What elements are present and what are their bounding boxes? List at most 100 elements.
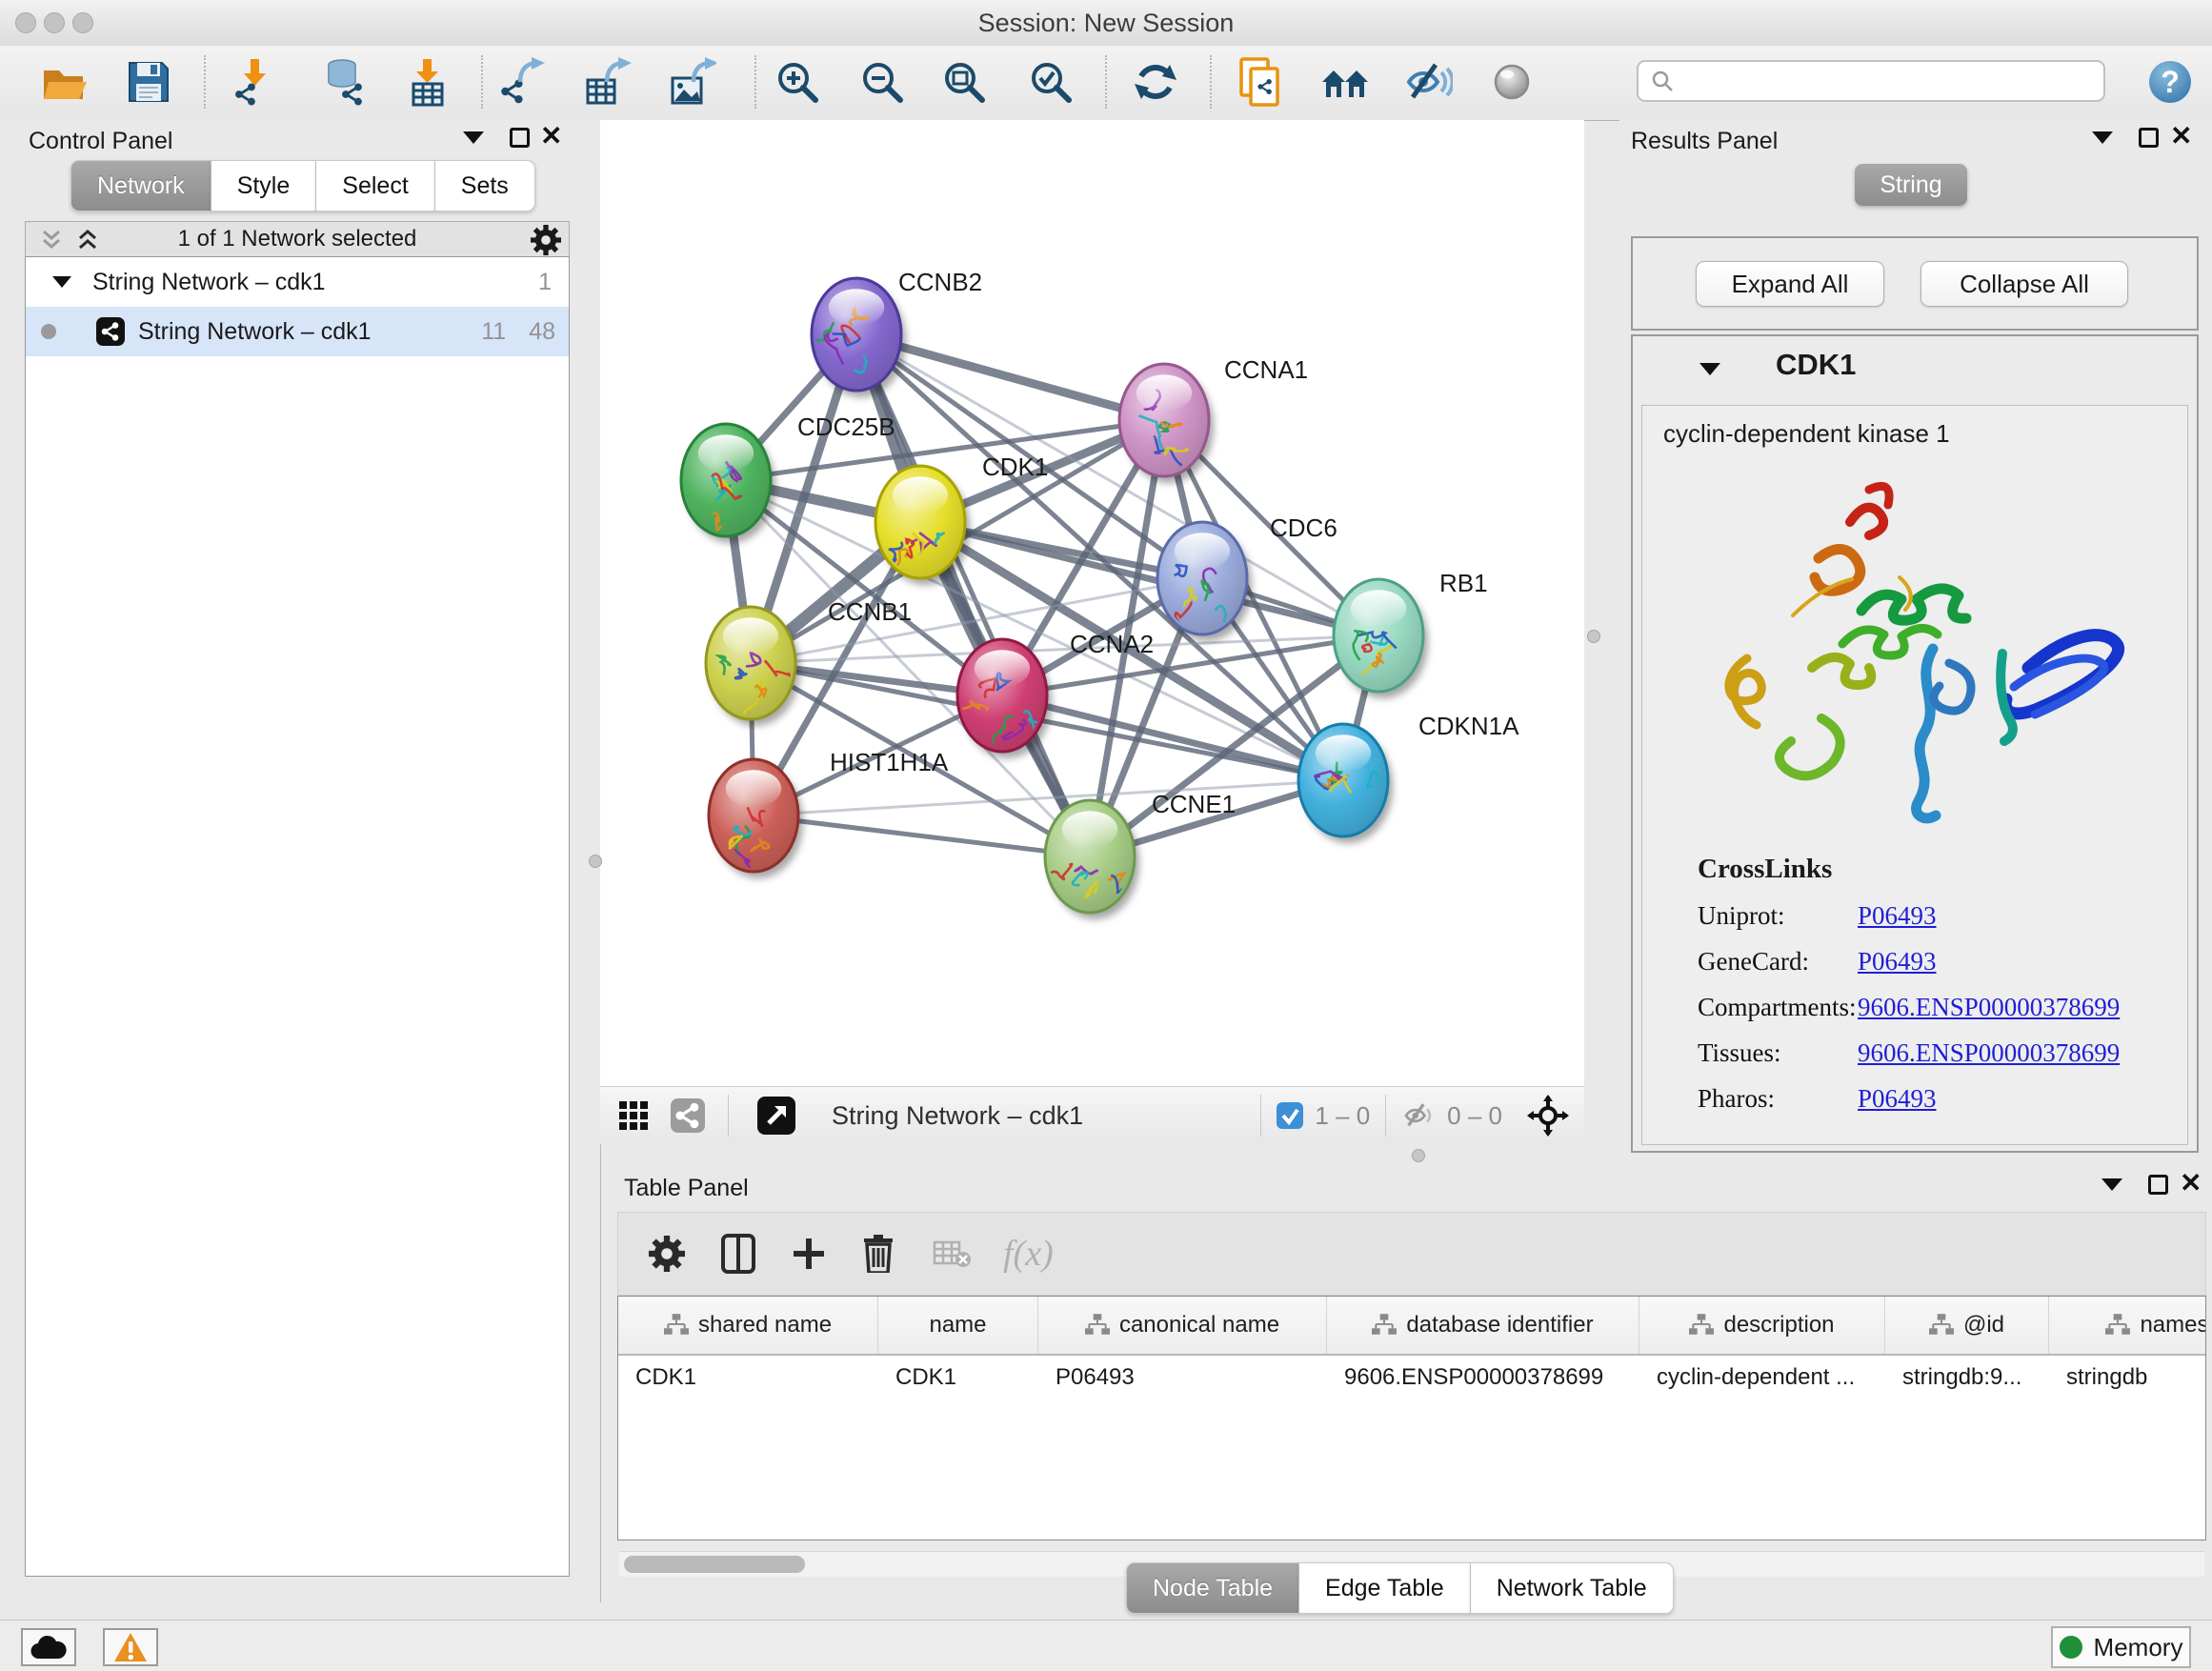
add-column-icon[interactable] <box>792 1237 826 1271</box>
search-field[interactable] <box>1637 60 2105 102</box>
zoom-in-icon[interactable] <box>773 57 822 107</box>
table-cell[interactable]: 9606.ENSP00000378699 <box>1327 1364 1639 1391</box>
table-cell[interactable]: CDK1 <box>618 1364 878 1391</box>
import-network-file-icon[interactable] <box>230 57 279 107</box>
tab-node-table[interactable]: Node Table <box>1126 1562 1299 1614</box>
tab-network-table[interactable]: Network Table <box>1471 1562 1674 1614</box>
column-label: description <box>1723 1312 1834 1339</box>
hide-selected-icon[interactable] <box>1403 57 1453 107</box>
tab-sets[interactable]: Sets <box>435 160 535 211</box>
export-image-icon[interactable] <box>667 57 716 107</box>
column-header-@id[interactable]: @id <box>1885 1297 2049 1354</box>
results-panel-menu-icon[interactable] <box>2092 131 2113 144</box>
tab-select[interactable]: Select <box>316 160 434 211</box>
node-CDC25B[interactable]: CDC25B <box>681 413 895 546</box>
memory-button[interactable]: Memory <box>2051 1626 2191 1668</box>
node-CDKN1A[interactable]: CDKN1A <box>1298 712 1519 836</box>
toolbar-separator <box>1105 55 1107 109</box>
crosslinks-heading: CrossLinks <box>1698 854 2155 885</box>
search-icon <box>1650 69 1675 93</box>
delete-column-icon[interactable] <box>862 1235 895 1273</box>
node-HIST1H1A[interactable]: HIST1H1A <box>709 748 949 879</box>
network-row[interactable]: String Network – cdk1 11 48 <box>26 307 569 356</box>
crosslink-link[interactable]: P06493 <box>1858 901 1937 931</box>
node-RB1[interactable]: RB1 <box>1334 569 1488 692</box>
table-options-gear-icon[interactable] <box>649 1236 685 1272</box>
home-icon[interactable] <box>1320 57 1370 107</box>
table-row[interactable]: CDK1CDK1P064939606.ENSP00000378699cyclin… <box>618 1356 2205 1399</box>
crosslink-link[interactable]: P06493 <box>1858 947 1937 976</box>
zoom-fit-icon[interactable] <box>939 57 989 107</box>
table-panel-close-icon[interactable]: ✕ <box>2180 1173 2202 1194</box>
column-header-canonical-name[interactable]: canonical name <box>1038 1297 1327 1354</box>
results-panel-float-icon[interactable] <box>2139 128 2159 148</box>
warnings-button[interactable] <box>103 1628 158 1666</box>
refresh-view-icon[interactable] <box>1131 57 1180 107</box>
table-panel-float-icon[interactable] <box>2148 1175 2168 1195</box>
column-header-name[interactable]: name <box>878 1297 1038 1354</box>
tab-edge-table[interactable]: Edge Table <box>1299 1562 1471 1614</box>
selected-checkbox-icon[interactable] <box>1277 1102 1303 1129</box>
show-all-icon[interactable] <box>1487 57 1537 107</box>
collapse-all-button[interactable]: Collapse All <box>1920 261 2128 307</box>
zoom-selected-icon[interactable] <box>1026 57 1076 107</box>
control-panel-float-icon[interactable] <box>510 128 530 148</box>
help-icon[interactable]: ? <box>2145 57 2195 107</box>
network-options-gear-icon[interactable] <box>531 225 561 255</box>
import-table-file-icon[interactable] <box>402 57 452 107</box>
bottom-splitter-handle[interactable] <box>1412 1149 1425 1162</box>
control-panel-close-icon[interactable]: ✕ <box>540 126 562 147</box>
node-label-CCNA2: CCNA2 <box>1070 630 1154 658</box>
show-columns-icon[interactable] <box>721 1234 755 1274</box>
open-session-icon[interactable] <box>39 57 89 107</box>
expand-all-button[interactable]: Expand All <box>1696 261 1884 307</box>
export-network-icon[interactable] <box>497 57 547 107</box>
scrollbar-thumb[interactable] <box>624 1556 805 1573</box>
tab-network[interactable]: Network <box>70 160 211 211</box>
tab-style[interactable]: Style <box>211 160 317 211</box>
node-CCNA1[interactable]: CCNA1 <box>1119 355 1308 476</box>
table-cell[interactable]: P06493 <box>1038 1364 1327 1391</box>
string-statusbar-icon[interactable] <box>671 1098 705 1133</box>
node-CCNA2[interactable]: CCNA2 <box>957 630 1154 752</box>
zoom-out-icon[interactable] <box>857 57 907 107</box>
open-in-window-icon[interactable] <box>757 1097 795 1135</box>
column-header-description[interactable]: description <box>1639 1297 1885 1354</box>
collapse-all-icon[interactable] <box>39 228 64 252</box>
network-collection-row[interactable]: String Network – cdk1 1 <box>26 257 569 307</box>
right-splitter-handle[interactable] <box>1587 630 1600 643</box>
node-CDK1[interactable]: CDK1 <box>875 453 1048 578</box>
import-network-database-icon[interactable] <box>319 57 369 107</box>
column-header-database-identifier[interactable]: database identifier <box>1327 1297 1639 1354</box>
export-table-icon[interactable] <box>582 57 632 107</box>
edge-CCNE1-HIST1H1A[interactable] <box>754 815 1090 856</box>
table-panel-menu-icon[interactable] <box>2101 1178 2122 1191</box>
network-graph[interactable]: CCNB2CCNA1CDC25BCDK1CDC6RB1CCNB1CCNA2CDK… <box>603 127 1584 1086</box>
table-cell[interactable]: CDK1 <box>878 1364 1038 1391</box>
table-cell[interactable]: stringdb <box>2049 1364 2206 1391</box>
save-session-icon[interactable] <box>124 57 173 107</box>
crosslink-link[interactable]: P06493 <box>1858 1084 1937 1114</box>
tab-string[interactable]: String <box>1855 164 1967 206</box>
expand-all-icon[interactable] <box>75 228 100 252</box>
fit-content-crosshair-icon[interactable] <box>1527 1095 1569 1137</box>
gene-collapse-icon[interactable] <box>1699 363 1720 375</box>
node-table[interactable]: shared namenamecanonical namedatabase id… <box>617 1296 2206 1540</box>
node-CCNE1[interactable]: CCNE1 <box>1045 790 1236 913</box>
table-cell[interactable]: stringdb:9... <box>1885 1364 2049 1391</box>
hidden-eye-icon[interactable] <box>1401 1099 1436 1132</box>
crosslink-link[interactable]: 9606.ENSP00000378699 <box>1858 993 2120 1022</box>
left-splitter-handle[interactable] <box>589 855 602 868</box>
clone-network-icon[interactable] <box>1236 57 1285 107</box>
warning-icon <box>113 1632 148 1662</box>
results-panel-close-icon[interactable]: ✕ <box>2170 126 2192 147</box>
cloud-button[interactable] <box>21 1628 76 1666</box>
crosslink-link[interactable]: 9606.ENSP00000378699 <box>1858 1038 2120 1068</box>
table-cell[interactable]: cyclin-dependent ... <box>1639 1364 1885 1391</box>
control-panel-menu-icon[interactable] <box>463 131 484 144</box>
search-input[interactable] <box>1675 67 2079 95</box>
column-header-namespace[interactable]: namespace <box>2049 1297 2206 1354</box>
column-type-icon <box>664 1314 689 1337</box>
birds-eye-grid-icon[interactable] <box>617 1099 650 1132</box>
column-header-shared-name[interactable]: shared name <box>618 1297 878 1354</box>
